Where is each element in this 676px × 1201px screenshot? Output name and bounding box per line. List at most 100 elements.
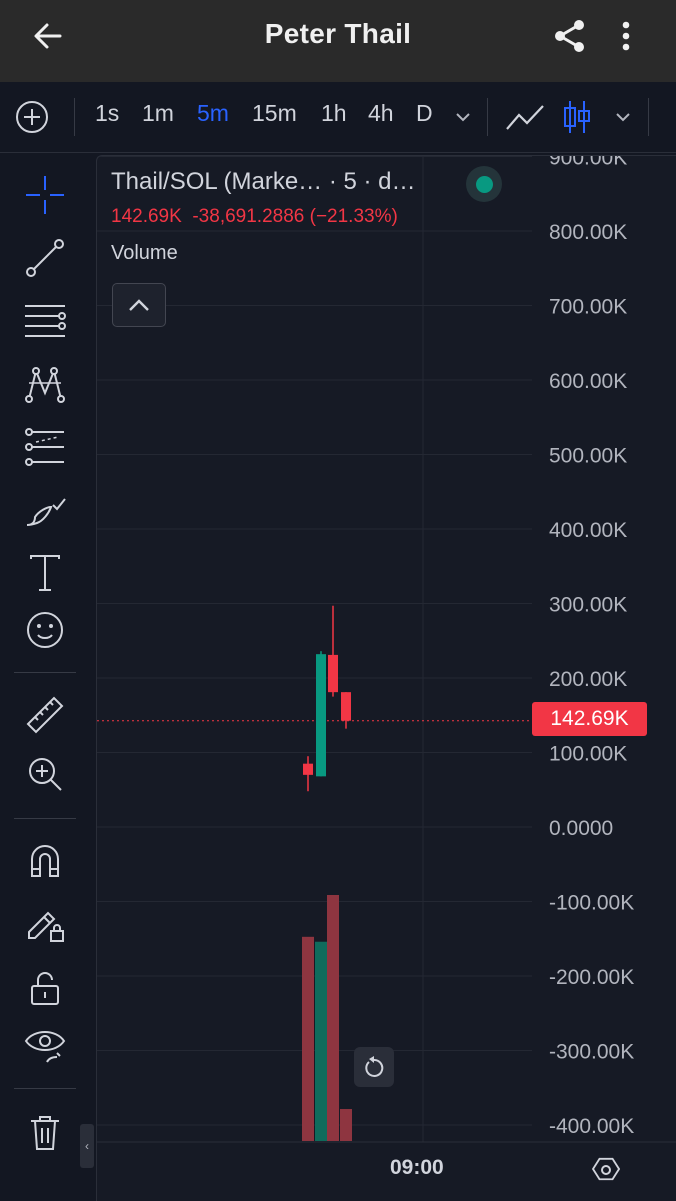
reset-icon [365, 1056, 384, 1077]
chart-type-line-button[interactable] [502, 94, 548, 140]
y-axis-label: -400.00K [549, 1115, 634, 1138]
pattern-icon [25, 367, 65, 403]
sidebar-divider [14, 672, 76, 673]
timeframe-5m[interactable]: 5m [197, 100, 229, 127]
timeframe-15m[interactable]: 15m [252, 100, 297, 127]
plus-circle-icon [16, 101, 48, 133]
tool-brush[interactable] [14, 485, 76, 535]
timeframe-1m[interactable]: 1m [142, 100, 174, 127]
tool-pattern[interactable] [14, 359, 76, 409]
legend-collapse-button[interactable] [112, 283, 166, 327]
status-dot [475, 175, 493, 193]
app-header: Peter Thail [0, 0, 676, 82]
unlock-icon [31, 972, 59, 1005]
crosshair-icon [26, 176, 64, 214]
more-vertical-icon [622, 21, 630, 51]
chart-pane[interactable]: 900.00K 800.00K 700.00K 600.00K 500.00K 400.0… [96, 155, 676, 1201]
y-axis-label: 800.00K [549, 221, 627, 244]
fib-lines-icon [25, 305, 66, 337]
volume-bar [315, 941, 327, 1141]
candlestick-icon [564, 101, 590, 133]
emoji-icon [27, 612, 63, 648]
settings-icon [592, 1157, 620, 1181]
chevron-down-icon [456, 113, 470, 122]
timeframe-d[interactable]: D [416, 100, 433, 127]
trend-line-icon [26, 239, 64, 277]
change-value: -38,691.2886 (−21.33%) [192, 206, 398, 227]
tool-zoom-in[interactable] [14, 749, 76, 799]
y-axis-label: 300.00K [549, 594, 627, 617]
chevron-down-icon [616, 113, 630, 122]
y-axis-label: -100.00K [549, 892, 634, 915]
candle-body [303, 763, 313, 775]
y-axis-label: 900.00K [549, 156, 627, 170]
sidebar-collapse-button[interactable]: ‹ [80, 1124, 94, 1168]
timeframe-1s[interactable]: 1s [95, 100, 119, 127]
forecast-icon [25, 428, 64, 466]
tool-trend-line[interactable] [14, 233, 76, 283]
text-icon [30, 555, 60, 591]
volume-bar [327, 895, 339, 1141]
add-indicator-button[interactable] [12, 94, 52, 140]
chart-type-dropdown[interactable] [610, 94, 636, 140]
drawing-toolbar [0, 153, 90, 1200]
share-button[interactable] [548, 14, 592, 58]
magnet-icon [31, 845, 59, 877]
timeframe-dropdown[interactable] [450, 94, 476, 140]
tool-fib-lines[interactable] [14, 296, 76, 346]
y-axis-label: 500.00K [549, 445, 627, 468]
chart-settings-button[interactable] [590, 1154, 622, 1186]
line-chart-icon [506, 105, 544, 130]
y-axis-label: 400.00K [549, 519, 627, 542]
volume-bar [340, 1109, 352, 1141]
toolbar-divider [487, 98, 488, 136]
ruler-icon [26, 696, 64, 734]
tool-text[interactable] [14, 548, 76, 598]
current-price-tag: 142.69K [532, 702, 647, 736]
candle-body [316, 654, 326, 777]
volume-label[interactable]: Volume [111, 242, 416, 265]
last-price: 142.69K [111, 206, 182, 227]
eye-icon [24, 1031, 66, 1063]
tool-unlock[interactable] [14, 963, 76, 1013]
more-menu-button[interactable] [604, 14, 648, 58]
lock-drawing-icon [28, 911, 64, 942]
tool-delete[interactable] [14, 1108, 76, 1158]
candle-body [341, 692, 351, 721]
y-axis-label: 700.00K [549, 296, 627, 319]
toolbar-divider [74, 98, 75, 136]
y-axis-label: 200.00K [549, 668, 627, 691]
chart-legend: Thail/SOL (Marke… · 5 · d… 142.69K -38,6… [111, 168, 416, 265]
tool-magnet[interactable] [14, 835, 76, 885]
tool-lock-drawings[interactable] [14, 898, 76, 948]
symbol-title[interactable]: Thail/SOL (Marke… · 5 · d… [111, 168, 416, 196]
brush-icon [26, 498, 66, 526]
chevron-up-icon [129, 299, 149, 311]
share-icon [555, 20, 584, 52]
tool-forecast[interactable] [14, 422, 76, 472]
zoom-in-icon [29, 758, 62, 791]
sidebar-divider [14, 1088, 76, 1089]
timeframe-4h[interactable]: 4h [368, 100, 394, 127]
price-change: 142.69K -38,691.2886 (−21.33%) [111, 206, 416, 228]
time-axis-label: 09:00 [390, 1156, 444, 1179]
candle-body [328, 654, 338, 693]
tool-emoji[interactable] [14, 605, 76, 655]
price-chart[interactable]: 900.00K 800.00K 700.00K 600.00K 500.00K 400.0… [97, 156, 676, 1201]
timeframe-1h[interactable]: 1h [321, 100, 347, 127]
y-axis-label: -300.00K [549, 1041, 634, 1064]
y-axis-label: 600.00K [549, 370, 627, 393]
y-axis-label: 0.0000 [549, 817, 613, 840]
volume-bar [302, 936, 314, 1141]
chart-toolbar: 1s 1m 5m 15m 1h 4h D [0, 82, 676, 153]
tool-crosshair[interactable] [14, 170, 76, 220]
tool-ruler[interactable] [14, 690, 76, 740]
sidebar-divider [14, 818, 76, 819]
tool-visibility[interactable] [14, 1020, 76, 1070]
y-axis-label: 100.00K [549, 743, 627, 766]
market-status-indicator [466, 166, 502, 202]
y-axis-label: -200.00K [549, 966, 634, 989]
chart-type-candles-button[interactable] [560, 94, 594, 140]
toolbar-divider [648, 98, 649, 136]
reset-chart-button[interactable] [354, 1047, 394, 1087]
